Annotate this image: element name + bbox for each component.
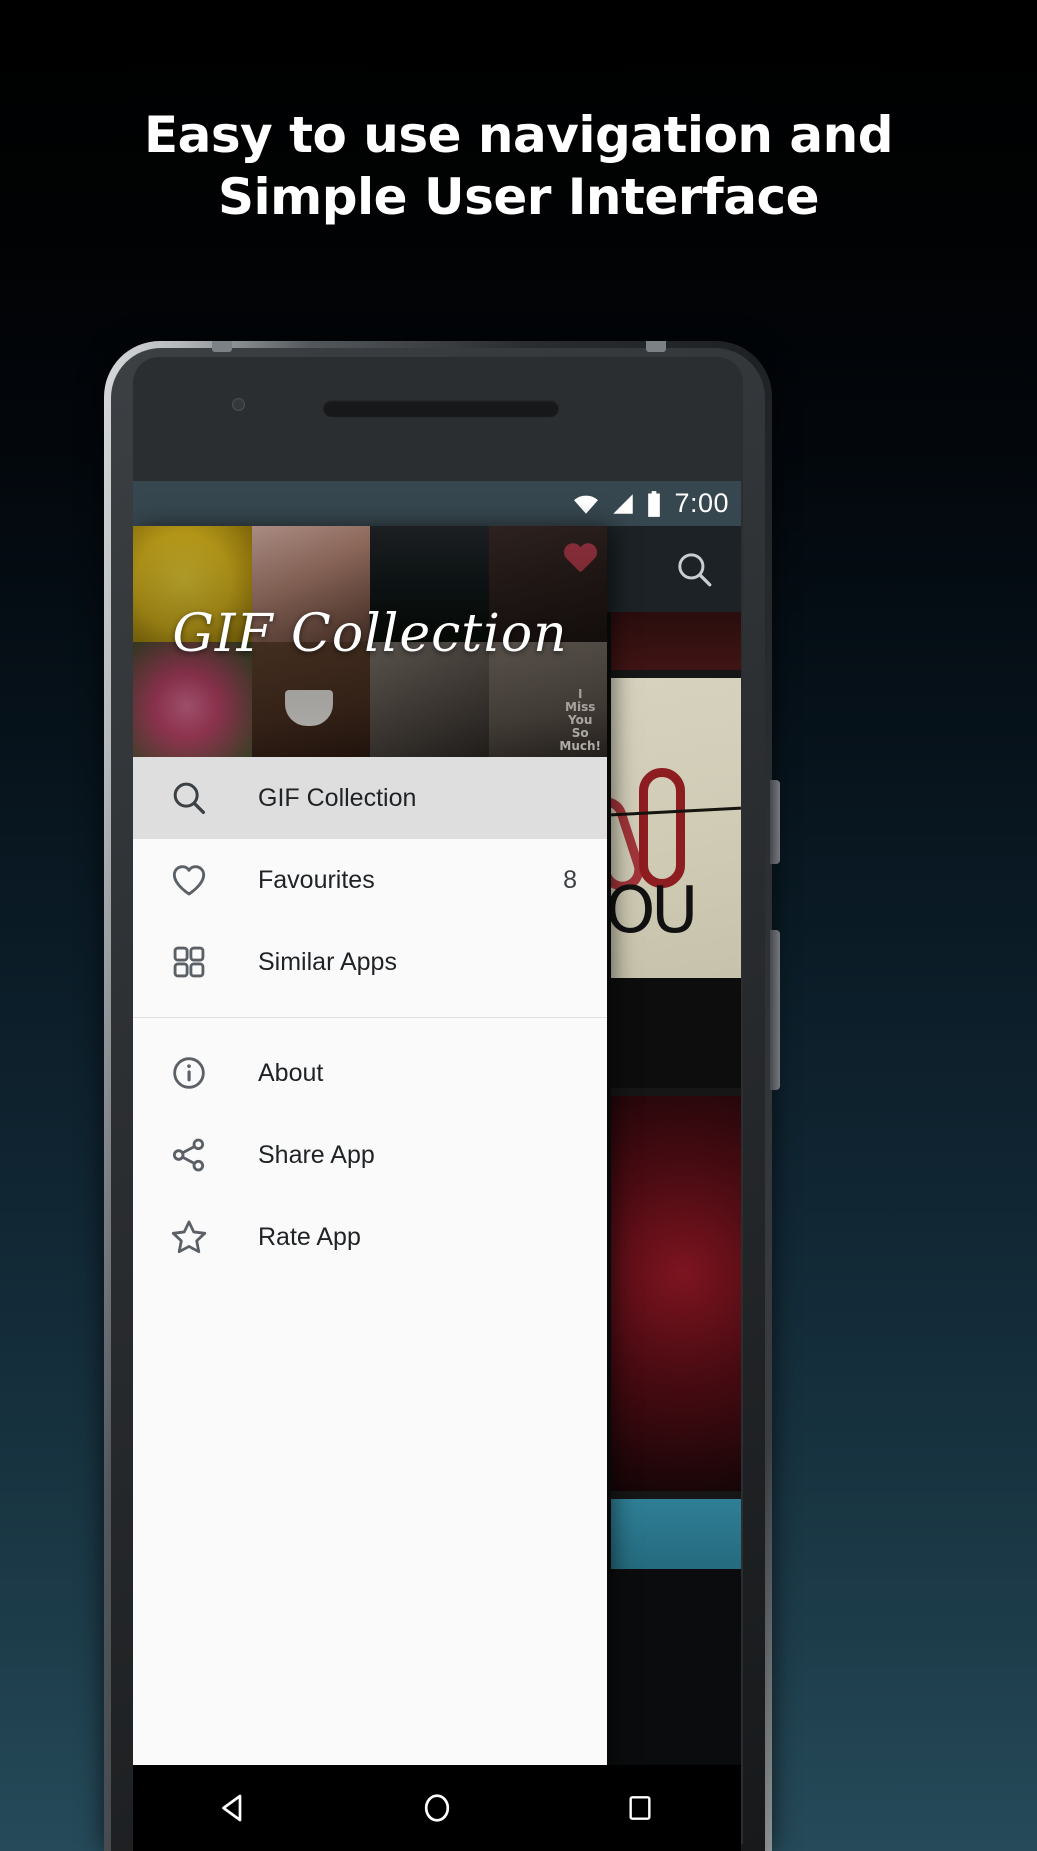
app-screen: 7:00 OU GIF Collection GIF Collection Fa… bbox=[133, 481, 741, 1851]
promo-screenshot-page: Easy to use navigation and Simple User I… bbox=[0, 0, 1037, 1851]
share-nodes-icon bbox=[167, 1133, 211, 1177]
status-bar: 7:00 bbox=[133, 481, 741, 526]
grid-gap bbox=[611, 1491, 741, 1499]
drawer-divider bbox=[133, 1017, 607, 1018]
drawer-item-label: About bbox=[258, 1058, 324, 1087]
battery-full-icon bbox=[648, 490, 661, 517]
status-bar-time: 7:00 bbox=[674, 488, 729, 518]
drawer-item-about[interactable]: About bbox=[133, 1032, 607, 1114]
gif-grid-column: OU bbox=[611, 612, 741, 1569]
star-outline-icon bbox=[167, 1215, 211, 1259]
heart-icon bbox=[167, 858, 211, 902]
drawer-item-label: GIF Collection bbox=[258, 783, 417, 812]
power-button[interactable] bbox=[770, 780, 780, 864]
drawer-item-share-app[interactable]: Share App bbox=[133, 1114, 607, 1196]
drawer-item-label: Share App bbox=[258, 1140, 375, 1169]
gif-thumbnail[interactable] bbox=[611, 1499, 741, 1569]
grid-gap bbox=[611, 1088, 741, 1096]
you-text-decor: OU bbox=[611, 874, 698, 948]
recents-button[interactable] bbox=[597, 1765, 683, 1851]
drawer-header: I Miss You So Much! GIF Collection bbox=[133, 526, 607, 757]
recents-square-icon bbox=[629, 1796, 651, 1820]
drawer-menu-secondary: About Share App Rate App bbox=[133, 1032, 607, 1278]
front-camera-icon bbox=[232, 398, 245, 411]
gif-thumbnail[interactable] bbox=[611, 978, 741, 1088]
grid-apps-icon bbox=[167, 940, 211, 984]
drawer-item-label: Similar Apps bbox=[258, 947, 397, 976]
drawer-item-favourites[interactable]: Favourites 8 bbox=[133, 839, 607, 921]
drawer-item-badge: 8 bbox=[563, 865, 577, 894]
drawer-item-rate-app[interactable]: Rate App bbox=[133, 1196, 607, 1278]
cellular-signal-icon bbox=[613, 493, 634, 514]
back-button[interactable] bbox=[191, 1765, 277, 1851]
home-circle-icon bbox=[424, 1794, 450, 1822]
drawer-header-title: GIF Collection bbox=[172, 604, 568, 664]
search-icon[interactable] bbox=[673, 548, 715, 590]
search-icon bbox=[167, 776, 211, 820]
android-navigation-bar bbox=[133, 1765, 741, 1851]
wifi-icon bbox=[574, 495, 599, 514]
gif-thumbnail[interactable] bbox=[611, 612, 741, 670]
drawer-item-label: Rate App bbox=[258, 1222, 361, 1251]
paperclip-decor bbox=[639, 768, 685, 888]
promo-headline: Easy to use navigation and Simple User I… bbox=[0, 104, 1037, 228]
drawer-item-similar-apps[interactable]: Similar Apps bbox=[133, 921, 607, 1003]
grid-gap bbox=[611, 670, 741, 678]
home-button[interactable] bbox=[394, 1765, 480, 1851]
promo-headline-line-2: Simple User Interface bbox=[217, 168, 820, 226]
navigation-drawer: I Miss You So Much! GIF Collection bbox=[133, 526, 607, 1811]
promo-headline-line-1: Easy to use navigation and bbox=[143, 106, 894, 164]
drawer-item-label: Favourites bbox=[258, 865, 375, 894]
earpiece-speaker bbox=[323, 400, 559, 417]
info-circle-icon bbox=[167, 1051, 211, 1095]
back-triangle-icon bbox=[222, 1794, 242, 1822]
gif-thumbnail[interactable]: OU bbox=[611, 678, 741, 978]
drawer-item-gif-collection[interactable]: GIF Collection bbox=[133, 757, 607, 839]
bezel-antenna-left bbox=[212, 341, 232, 352]
volume-button[interactable] bbox=[770, 930, 780, 1090]
gif-thumbnail[interactable] bbox=[611, 1096, 741, 1491]
bezel-antenna-right bbox=[646, 341, 666, 352]
drawer-menu-primary: GIF Collection Favourites 8 Similar Apps bbox=[133, 757, 607, 1003]
